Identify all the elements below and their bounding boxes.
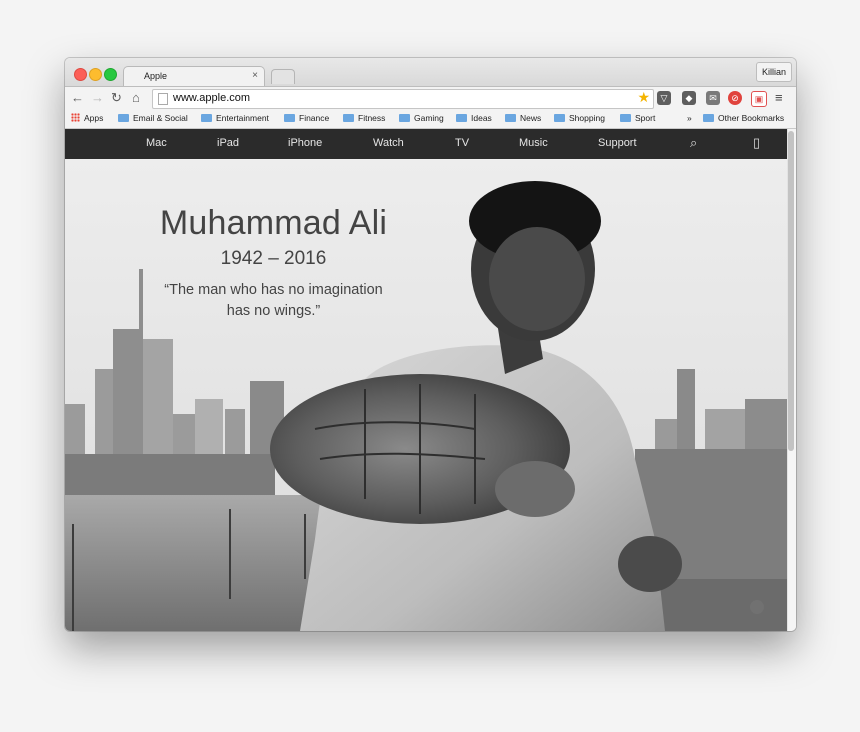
apps-grid-icon xyxy=(71,113,80,122)
mail-icon[interactable]: ✉ xyxy=(706,91,720,105)
folder-icon xyxy=(343,114,354,122)
bookmark-apps[interactable]: Apps xyxy=(71,113,103,123)
forward-arrow-icon[interactable]: → xyxy=(91,90,104,105)
bookmark-folder[interactable]: Shopping xyxy=(554,113,605,123)
bookmark-label: Gaming xyxy=(414,113,444,123)
shopping-bag-icon[interactable]: ▯ xyxy=(753,135,760,151)
folder-icon xyxy=(284,114,295,122)
nav-item-music[interactable]: Music xyxy=(519,137,548,149)
bookmarks-bar: Apps Email & Social Entertainment Financ… xyxy=(65,111,796,129)
home-icon[interactable]: ⌂ xyxy=(132,90,140,105)
nav-item-support[interactable]: Support xyxy=(598,137,637,149)
bookmark-label: Other Bookmarks xyxy=(718,113,785,123)
bookmark-label: Ideas xyxy=(471,113,492,123)
nav-item-iphone[interactable]: iPhone xyxy=(288,137,322,149)
pocket-icon[interactable]: ▽ xyxy=(657,91,671,105)
folder-icon xyxy=(703,114,714,122)
bookmark-label: Apps xyxy=(84,113,104,123)
tab-strip: Apple × Killian xyxy=(65,58,796,87)
url-text: www.apple.com xyxy=(173,92,251,104)
bookmark-folder[interactable]: Finance xyxy=(284,113,329,123)
browser-toolbar: ← → ↻ ⌂ www.apple.com ★ ▽ ◆ ✉ ⊘ ▣ ≡ xyxy=(65,86,796,111)
bookmark-folder[interactable]: Fitness xyxy=(343,113,385,123)
bookmark-folder[interactable]: Entertainment xyxy=(201,113,269,123)
hero-years: 1942 – 2016 xyxy=(220,248,327,269)
browser-window: Apple × Killian ← → ↻ ⌂ www.apple.com ★ … xyxy=(65,58,796,631)
page-icon xyxy=(158,93,168,105)
nav-item-ipad[interactable]: iPad xyxy=(217,137,239,149)
folder-icon xyxy=(118,114,129,122)
nav-item-watch[interactable]: Watch xyxy=(373,137,404,149)
bookmarks-overflow-button[interactable]: » xyxy=(687,113,692,123)
folder-icon xyxy=(554,114,565,122)
corner-badge-icon xyxy=(750,600,764,614)
bookmark-label: Email & Social xyxy=(133,113,188,123)
hero-banner[interactable]: Muhammad Ali 1942 – 2016 “The man who ha… xyxy=(65,159,787,631)
folder-icon xyxy=(201,114,212,122)
nav-item-tv[interactable]: TV xyxy=(455,137,469,149)
folder-icon xyxy=(505,114,516,122)
close-tab-icon[interactable]: × xyxy=(252,70,258,81)
hero-headline: Muhammad Ali xyxy=(159,204,388,242)
reload-icon[interactable]: ↻ xyxy=(111,90,122,106)
bookmark-folder[interactable]: News xyxy=(505,113,541,123)
back-arrow-icon[interactable]: ← xyxy=(71,90,84,105)
bookmark-label: Sport xyxy=(635,113,656,123)
folder-icon xyxy=(456,114,467,122)
address-bar[interactable]: www.apple.com ★ xyxy=(152,89,654,109)
apple-global-nav: Mac iPad iPhone Watch TV Music Support ⌕… xyxy=(65,129,787,159)
zoom-window-button[interactable] xyxy=(104,68,117,81)
bookmark-folder[interactable]: Email & Social xyxy=(118,113,188,123)
minimize-window-button[interactable] xyxy=(89,68,102,81)
nav-item-mac[interactable]: Mac xyxy=(146,137,167,149)
calendar-icon[interactable]: ▣ xyxy=(751,91,767,107)
bookmark-folder[interactable]: Ideas xyxy=(456,113,492,123)
bookmark-folder[interactable]: Gaming xyxy=(399,113,444,123)
bookmark-star-icon[interactable]: ★ xyxy=(637,89,650,106)
profile-button[interactable]: Killian xyxy=(755,62,792,82)
menu-icon[interactable]: ≡ xyxy=(775,90,783,105)
evernote-icon[interactable]: ◆ xyxy=(682,91,696,105)
folder-icon xyxy=(399,114,410,122)
hero-quote: “The man who has no imagination has no w… xyxy=(145,280,402,322)
scrollbar-thumb[interactable] xyxy=(788,131,794,451)
tab-apple[interactable]: Apple × xyxy=(123,66,265,87)
search-icon[interactable]: ⌕ xyxy=(690,135,697,151)
bookmark-label: Entertainment xyxy=(216,113,269,123)
bookmark-folder[interactable]: Sport xyxy=(620,113,655,123)
folder-icon xyxy=(620,114,631,122)
bookmark-label: Finance xyxy=(299,113,330,123)
bookmark-label: Shopping xyxy=(569,113,605,123)
block-icon[interactable]: ⊘ xyxy=(728,91,742,105)
new-tab-button[interactable] xyxy=(271,69,295,84)
bookmark-label: News xyxy=(520,113,542,123)
quote-line: “The man who has no imagination xyxy=(164,282,383,298)
other-bookmarks-folder[interactable]: Other Bookmarks xyxy=(703,113,784,123)
tab-title: Apple xyxy=(144,71,168,81)
close-window-button[interactable] xyxy=(74,68,87,81)
quote-line: has no wings.” xyxy=(226,303,321,319)
bookmark-label: Fitness xyxy=(358,113,386,123)
